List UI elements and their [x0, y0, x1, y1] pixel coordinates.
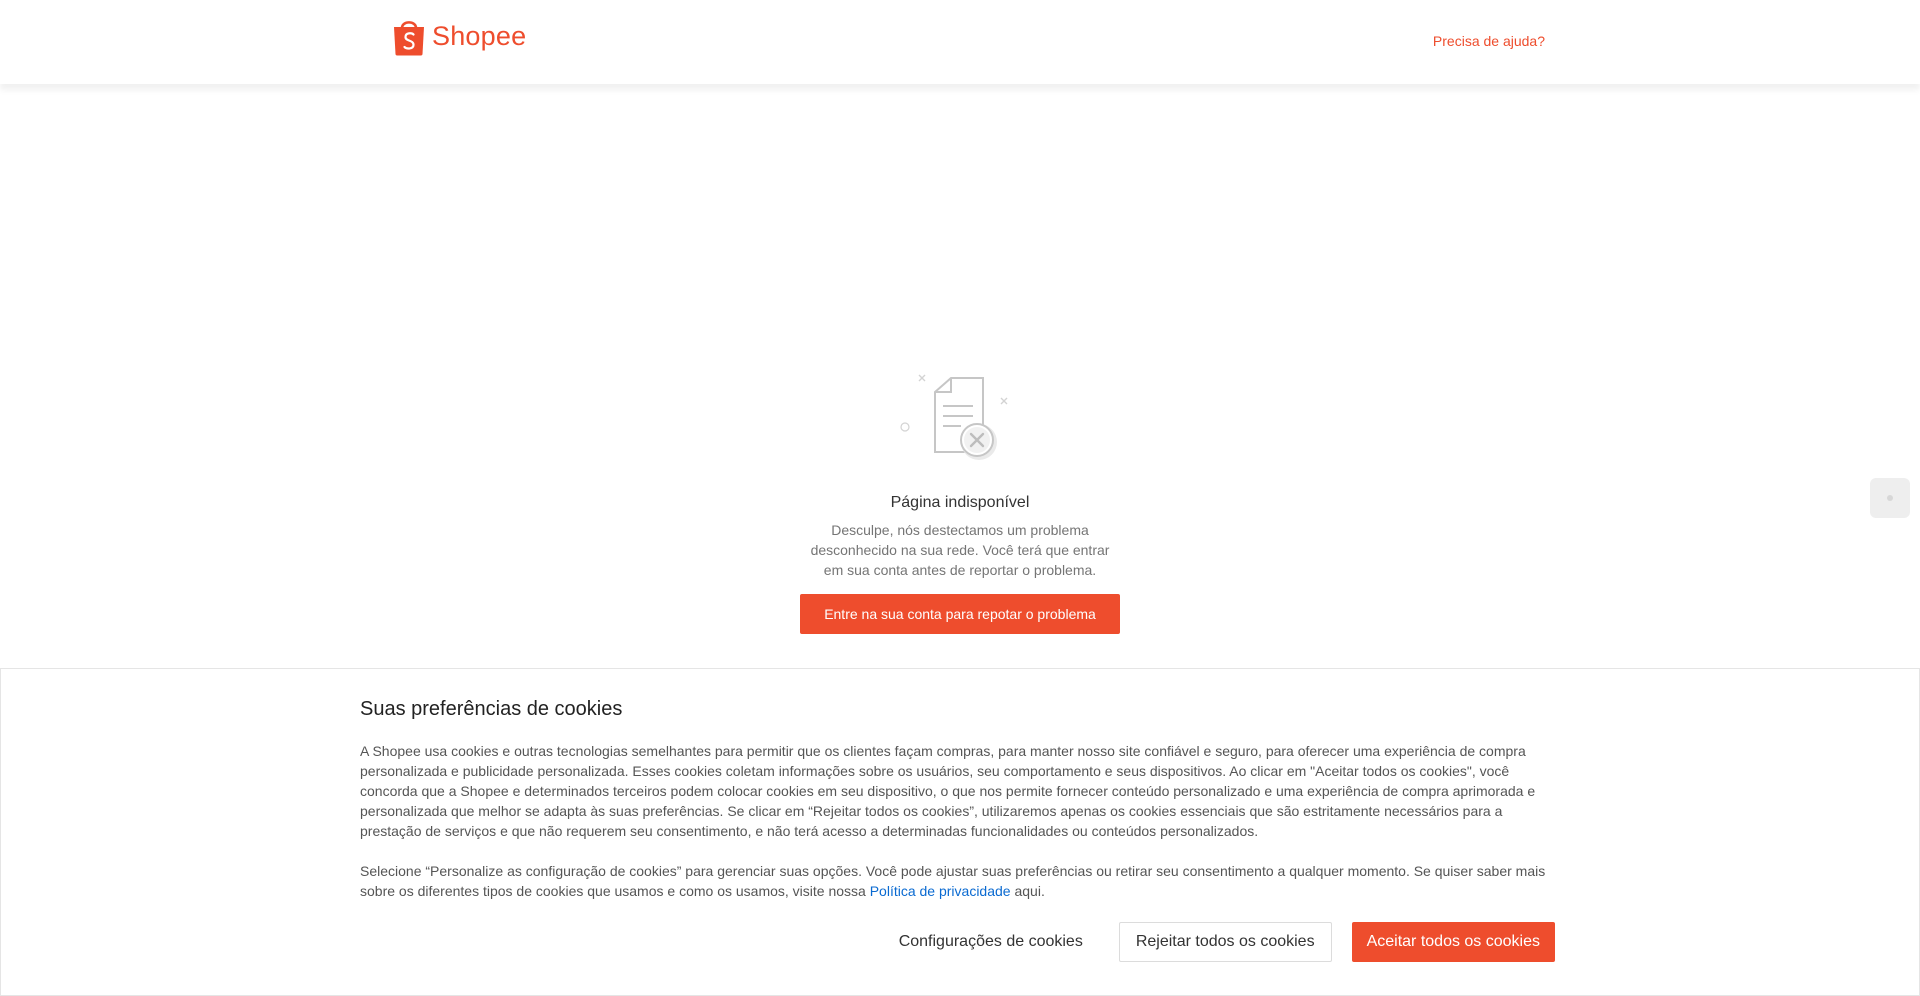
shopee-logo[interactable]: Shopee: [392, 16, 526, 56]
login-to-report-button[interactable]: Entre na sua conta para repotar o proble…: [800, 594, 1120, 634]
cookie-settings-button[interactable]: Configurações de cookies: [881, 922, 1101, 962]
cookie-paragraph-1: A Shopee usa cookies e outras tecnologia…: [360, 743, 1536, 839]
dot-icon: [1887, 495, 1893, 501]
cookie-text: A Shopee usa cookies e outras tecnologia…: [360, 741, 1555, 901]
cookie-content: Suas preferências de cookies A Shopee us…: [360, 669, 1555, 962]
error-section: Página indisponível Desculpe, nós destec…: [0, 370, 1920, 634]
reject-cookies-button[interactable]: Rejeitar todos os cookies: [1118, 922, 1332, 962]
logo-text: Shopee: [432, 20, 527, 51]
shopee-bag-icon: [394, 21, 424, 56]
accept-cookies-button[interactable]: Aceitar todos os cookies: [1351, 922, 1555, 962]
help-link[interactable]: Precisa de ajuda?: [1433, 33, 1545, 49]
document-error-icon: [900, 374, 1008, 460]
privacy-policy-link[interactable]: Política de privacidade: [870, 883, 1011, 899]
cookie-title: Suas preferências de cookies: [360, 698, 623, 720]
cookie-paragraph-2: Selecione “Personalize as configuração d…: [360, 861, 1555, 901]
floating-side-button[interactable]: [1870, 478, 1910, 518]
error-description: Desculpe, nós destectamos um problema de…: [810, 522, 1110, 578]
error-title: Página indisponível: [890, 494, 1030, 511]
cookie-paragraph-2-end: aqui.: [1010, 883, 1045, 899]
cookie-actions: Configurações de cookies Rejeitar todos …: [881, 922, 1555, 962]
cookie-banner: Suas preferências de cookies A Shopee us…: [0, 668, 1920, 996]
header: Shopee Precisa de ajuda?: [0, 0, 1920, 84]
